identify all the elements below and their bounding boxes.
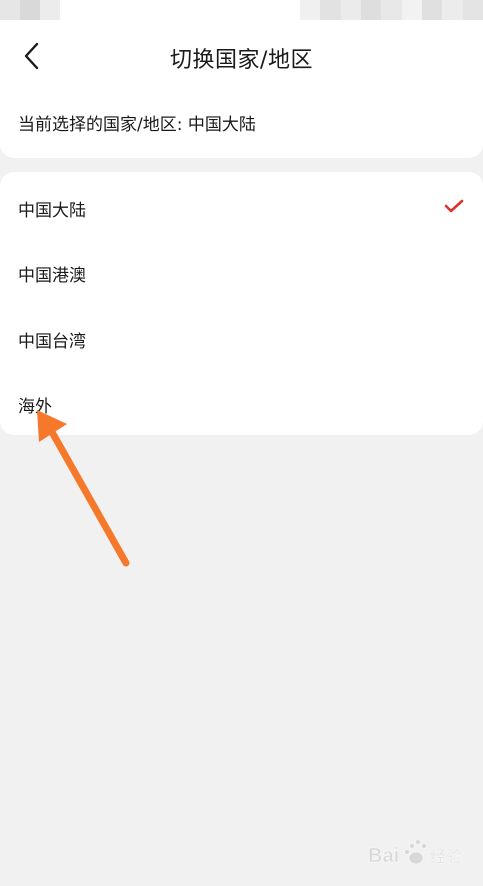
region-label: 海外	[18, 397, 52, 417]
header-card: 切换国家/地区 当前选择的国家/地区: 中国大陆	[0, 22, 483, 158]
svg-text:经验: 经验	[430, 847, 462, 866]
page: 切换国家/地区 当前选择的国家/地区: 中国大陆 中国大陆 中国港澳 中国台湾 …	[0, 0, 483, 886]
status-bar	[0, 0, 483, 22]
svg-text:Bai: Bai	[368, 845, 399, 867]
page-title: 切换国家/地区	[170, 48, 313, 73]
region-item-mainland[interactable]: 中国大陆	[0, 174, 483, 238]
region-item-overseas[interactable]: 海外	[0, 370, 483, 434]
region-label: 中国台湾	[18, 332, 86, 352]
status-bar-mosaic-right	[300, 0, 483, 20]
region-label: 中国港澳	[18, 266, 86, 286]
region-list: 中国大陆 中国港澳 中国台湾 海外	[0, 172, 483, 435]
status-bar-mosaic-left	[0, 0, 60, 20]
region-label: 中国大陆	[18, 201, 86, 221]
watermark-logo: Bai 经验	[366, 832, 476, 876]
region-item-hk-macao[interactable]: 中国港澳	[0, 239, 483, 303]
current-region-text: 当前选择的国家/地区: 中国大陆	[18, 115, 256, 135]
check-icon	[444, 199, 464, 213]
region-item-taiwan[interactable]: 中国台湾	[0, 305, 483, 369]
